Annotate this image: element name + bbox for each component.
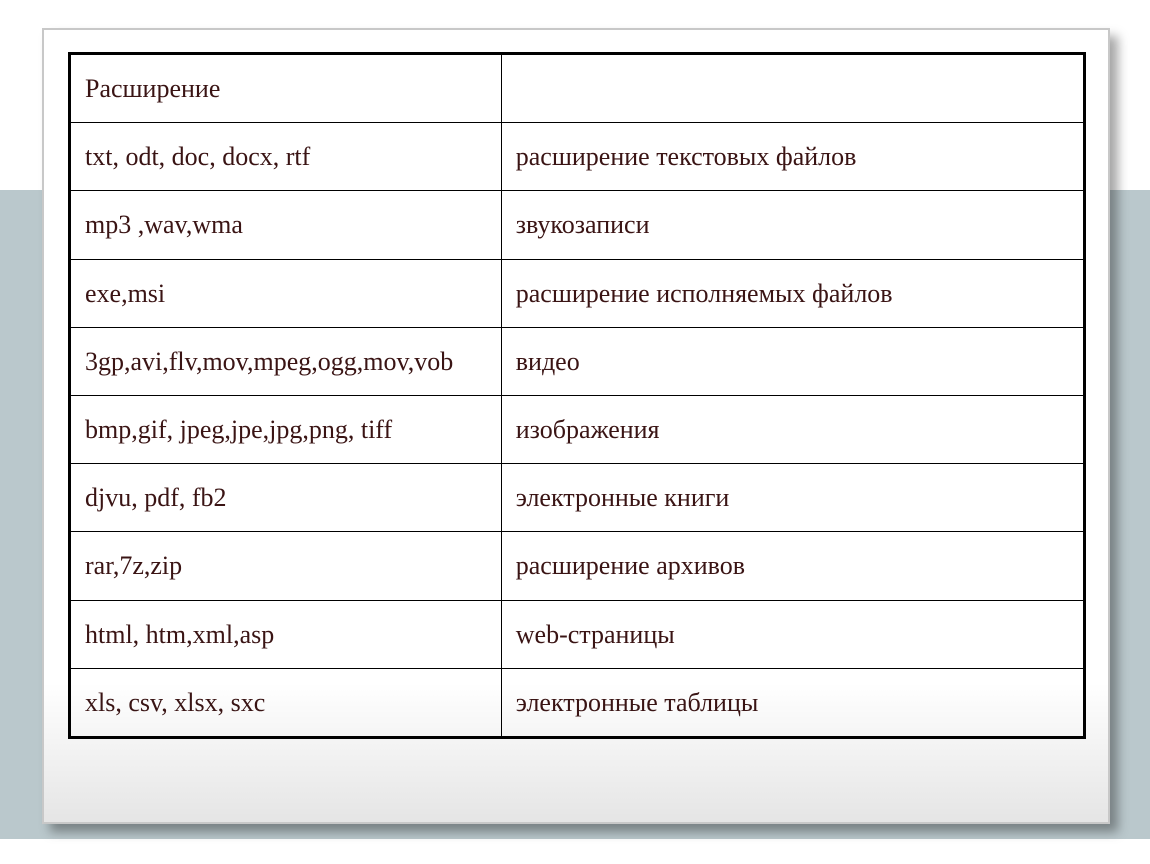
table-header-row: Расширение xyxy=(70,54,1085,123)
cell-ext: 3gp,avi,flv,mov,mpeg,ogg,mov,vob xyxy=(70,327,502,395)
cell-ext: rar,7z,zip xyxy=(70,532,502,600)
table-row: bmp,gif, jpeg,jpe,jpg,png, tiff изображе… xyxy=(70,395,1085,463)
cell-desc: электронные книги xyxy=(501,464,1084,532)
table-row: xls, csv, xlsx, sxc электронные таблицы xyxy=(70,668,1085,737)
cell-ext: djvu, pdf, fb2 xyxy=(70,464,502,532)
cell-ext: mp3 ,wav,wma xyxy=(70,191,502,259)
cell-desc: расширение текстовых файлов xyxy=(501,123,1084,191)
table-row: html, htm,xml,asp web-страницы xyxy=(70,600,1085,668)
document-card: Расширение txt, odt, doc, docx, rtf расш… xyxy=(42,28,1110,824)
cell-desc: электронные таблицы xyxy=(501,668,1084,737)
table-row: txt, odt, doc, docx, rtf расширение текс… xyxy=(70,123,1085,191)
table-row: exe,msi расширение исполняемых файлов xyxy=(70,259,1085,327)
table-row: rar,7z,zip расширение архивов xyxy=(70,532,1085,600)
cell-ext: bmp,gif, jpeg,jpe,jpg,png, tiff xyxy=(70,395,502,463)
header-left: Расширение xyxy=(70,54,502,123)
cell-ext: exe,msi xyxy=(70,259,502,327)
header-right xyxy=(501,54,1084,123)
cell-desc: web-страницы xyxy=(501,600,1084,668)
cell-desc: звукозаписи xyxy=(501,191,1084,259)
cell-ext: html, htm,xml,asp xyxy=(70,600,502,668)
table-row: mp3 ,wav,wma звукозаписи xyxy=(70,191,1085,259)
cell-desc: видео xyxy=(501,327,1084,395)
table-row: 3gp,avi,flv,mov,mpeg,ogg,mov,vob видео xyxy=(70,327,1085,395)
cell-desc: расширение архивов xyxy=(501,532,1084,600)
cell-ext: xls, csv, xlsx, sxc xyxy=(70,668,502,737)
table-row: djvu, pdf, fb2 электронные книги xyxy=(70,464,1085,532)
cell-ext: txt, odt, doc, docx, rtf xyxy=(70,123,502,191)
extensions-table: Расширение txt, odt, doc, docx, rtf расш… xyxy=(68,52,1086,739)
cell-desc: изображения xyxy=(501,395,1084,463)
cell-desc: расширение исполняемых файлов xyxy=(501,259,1084,327)
